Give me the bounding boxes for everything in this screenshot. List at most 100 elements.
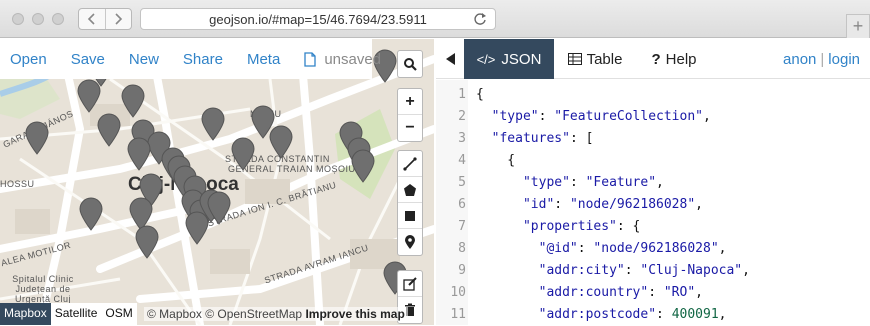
panel-tabbar: </> JSON Table ? Help anon | login (436, 39, 870, 79)
search-button[interactable] (398, 51, 422, 77)
line-number: 2 (458, 109, 466, 124)
layer-satellite[interactable]: Satellite (50, 303, 102, 325)
attribution-text: © Mapbox © OpenStreetMap (147, 307, 303, 321)
save-button[interactable]: Save (71, 51, 105, 68)
collapse-panel-icon[interactable] (446, 53, 455, 65)
line-number: 8 (458, 241, 466, 256)
history-nav (78, 8, 132, 30)
line-number: 3 (458, 131, 466, 146)
code-text: "id": "node/962186028", (522, 197, 703, 212)
map-marker[interactable] (268, 125, 294, 159)
code-text: "type": "FeatureCollection", (491, 109, 711, 124)
map-pin-icon (269, 125, 293, 159)
login-link[interactable]: login (828, 51, 860, 68)
code-text: { (476, 153, 516, 168)
search-control (397, 50, 423, 78)
code-icon: </> (476, 51, 496, 67)
map-marker[interactable] (120, 84, 146, 118)
map-pin-icon (231, 137, 255, 171)
tab-label: Help (665, 50, 697, 68)
user-name-link[interactable]: anon (783, 51, 816, 68)
back-button[interactable] (79, 9, 106, 29)
tab-table[interactable]: Table (558, 39, 632, 79)
map-pin-icon (121, 84, 145, 118)
edit-layers-button[interactable] (398, 271, 422, 297)
map-marker[interactable] (24, 121, 50, 155)
question-icon: ? (651, 50, 661, 68)
code-text: "addr:country": "RO", (538, 285, 703, 300)
map-pin-icon (79, 197, 103, 231)
draw-polygon-button[interactable] (398, 177, 422, 203)
map-pin-icon (127, 137, 151, 171)
polygon-icon (404, 183, 416, 196)
map-marker[interactable] (350, 149, 376, 183)
layer-switcher: Mapbox Satellite OSM (0, 303, 137, 325)
reload-icon[interactable] (473, 12, 487, 26)
map-view[interactable]: GARANY JÁNOS MANIU STRADA CONSTANTIN GEN… (0, 39, 434, 325)
file-status: unsaved (324, 50, 382, 68)
draw-marker-button[interactable] (398, 229, 422, 255)
zoom-out-button[interactable]: − (398, 115, 422, 141)
line-number: 9 (458, 263, 466, 278)
json-editor[interactable]: 1 {2 "type": "FeatureCollection", 3 "featu… (436, 80, 870, 325)
draw-line-button[interactable] (398, 151, 422, 177)
map-marker[interactable] (200, 107, 226, 141)
meta-button[interactable]: Meta (247, 51, 280, 68)
map-pin-icon (351, 149, 375, 183)
map-marker[interactable] (76, 79, 102, 113)
line-number: 5 (458, 175, 466, 190)
map-marker[interactable] (126, 137, 152, 171)
share-button[interactable]: Share (183, 51, 223, 68)
code-text: "addr:city": "Cluj-Napoca", (538, 263, 750, 278)
hospital-label: Spitalul Clinic Județean de Urgență Cluj (12, 274, 74, 304)
address-bar[interactable]: geojson.io/#map=15/46.7694/23.5911 (140, 8, 496, 30)
draw-rectangle-button[interactable] (398, 203, 422, 229)
plus-icon: + (852, 16, 864, 36)
line-number: 1 (458, 87, 466, 102)
line-number: 11 (450, 307, 466, 322)
map-attribution: © Mapbox © OpenStreetMap Improve this ma… (144, 307, 408, 321)
tab-json[interactable]: </> JSON (464, 39, 554, 79)
map-marker[interactable] (230, 137, 256, 171)
rectangle-icon (405, 210, 415, 221)
map-marker[interactable] (134, 225, 160, 259)
improve-map-link[interactable]: Improve this map (305, 307, 404, 321)
marker-icon (405, 234, 415, 249)
file-icon (304, 51, 316, 67)
zoom-control: + − (397, 88, 423, 142)
map-marker[interactable] (184, 211, 210, 245)
minimize-window-button[interactable] (32, 13, 44, 25)
forward-button[interactable] (106, 9, 132, 29)
line-number: 10 (450, 285, 466, 300)
close-window-button[interactable] (12, 13, 24, 25)
code-text: "@id": "node/962186028", (538, 241, 727, 256)
draw-control (397, 150, 423, 256)
auth-separator: | (820, 51, 825, 68)
tab-help[interactable]: ? Help (638, 39, 710, 79)
map-marker[interactable] (96, 113, 122, 147)
chevron-right-icon (115, 13, 123, 25)
new-button[interactable]: New (129, 51, 159, 68)
map-pin-icon (97, 113, 121, 147)
code-text: "features": [ (491, 131, 594, 146)
map-pin-icon (135, 225, 159, 259)
code-text: "type": "Feature", (522, 175, 664, 190)
browser-chrome: geojson.io/#map=15/46.7694/23.5911 + (0, 0, 870, 38)
new-tab-button[interactable]: + (846, 14, 870, 38)
url-text: geojson.io/#map=15/46.7694/23.5911 (209, 11, 427, 27)
map-pin-icon (185, 211, 209, 245)
search-icon (403, 57, 417, 71)
table-icon (567, 53, 582, 65)
map-pin-icon (201, 107, 225, 141)
map-marker[interactable] (78, 197, 104, 231)
layer-osm[interactable]: OSM (101, 303, 137, 325)
tab-label: JSON (501, 50, 542, 68)
zoom-in-button[interactable]: + (398, 89, 422, 115)
map-toolbar: Open Save New Share Meta unsaved (0, 39, 381, 79)
street-label: HOSSU (0, 179, 35, 189)
layer-mapbox[interactable]: Mapbox (0, 303, 51, 325)
chevron-left-icon (87, 13, 95, 25)
zoom-window-button[interactable] (52, 13, 64, 25)
line-number: 6 (458, 197, 466, 212)
open-button[interactable]: Open (10, 51, 47, 68)
